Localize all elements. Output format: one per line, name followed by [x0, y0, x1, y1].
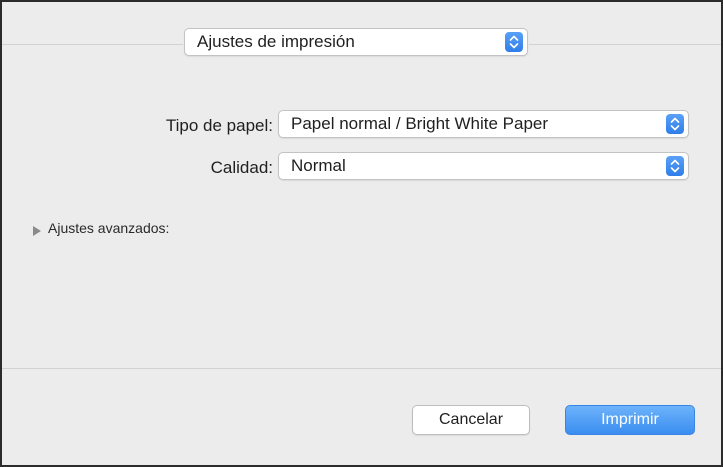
quality-stepper-icon: [666, 156, 684, 176]
preset-popup-value: Ajustes de impresión: [197, 32, 355, 51]
paper-type-stepper-icon: [666, 114, 684, 134]
preset-popup[interactable]: Ajustes de impresión: [184, 28, 528, 56]
quality-label: Calidad:: [210, 158, 273, 177]
cancel-button[interactable]: Cancelar: [412, 405, 530, 435]
quality-value: Normal: [291, 156, 346, 175]
paper-type-label: Tipo de papel:: [165, 116, 273, 135]
bottom-divider: [2, 368, 721, 369]
print-dialog: Ajustes de impresión Tipo de papel: Pape…: [2, 2, 721, 465]
quality-popup[interactable]: Normal: [278, 152, 689, 180]
paper-type-value: Papel normal / Bright White Paper: [291, 114, 549, 133]
print-button[interactable]: Imprimir: [565, 405, 695, 435]
advanced-settings-label: Ajustes avanzados:: [48, 220, 170, 236]
paper-type-popup[interactable]: Papel normal / Bright White Paper: [278, 110, 689, 138]
top-divider-right: [529, 44, 721, 45]
top-divider-left: [2, 44, 183, 45]
disclosure-triangle-icon: [32, 223, 42, 241]
preset-stepper-icon: [505, 32, 523, 52]
